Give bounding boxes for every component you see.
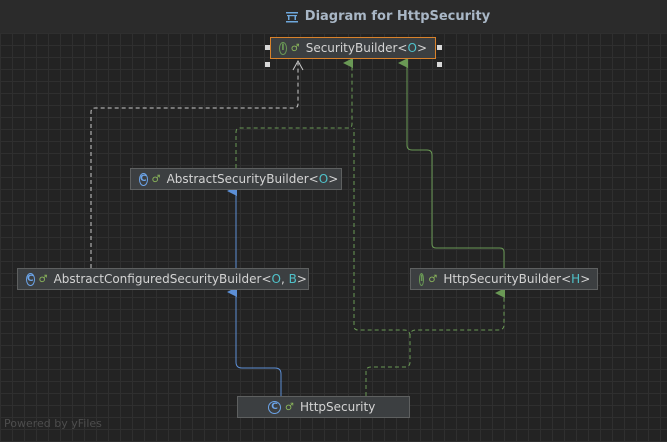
node-abstract-security-builder[interactable]: C ♂ AbstractSecurityBuilder<O> [130, 168, 342, 190]
edge-asb-to-securitybuilder [235, 58, 353, 168]
watermark: Powered by yFiles [4, 417, 102, 430]
node-label: HttpSecurityBuilder<H> [443, 272, 591, 286]
selection-handle[interactable] [265, 62, 270, 67]
edge-hsb-to-securitybuilder [398, 58, 505, 268]
node-label: AbstractConfiguredSecurityBuilder<O, B> [53, 272, 307, 286]
selection-handle[interactable] [437, 62, 442, 67]
public-access-icon: ♂ [290, 42, 300, 54]
class-icon: C [268, 400, 281, 414]
public-access-icon: ♂ [151, 173, 161, 185]
public-access-icon: ♂ [428, 273, 438, 285]
node-abstract-configured-security-builder[interactable]: C ♂ AbstractConfiguredSecurityBuilder<O,… [17, 268, 309, 290]
interface-icon: I [419, 272, 425, 286]
selection-handle[interactable] [437, 45, 442, 50]
node-label: HttpSecurity [299, 400, 376, 414]
public-access-icon: ♂ [38, 273, 48, 285]
selection-handle[interactable] [265, 45, 270, 50]
node-http-security[interactable]: C ♂ HttpSecurity [237, 396, 410, 418]
interface-icon: I [279, 41, 287, 55]
edge-httpsecurity-to-acsb [227, 287, 282, 396]
node-label: SecurityBuilder<O> [305, 41, 427, 55]
node-security-builder[interactable]: I ♂ SecurityBuilder<O> [270, 37, 436, 59]
edge-merge-branch [353, 128, 411, 337]
node-label: AbstractSecurityBuilder<O> [166, 172, 339, 186]
diagram-edges [90, 58, 505, 396]
node-http-security-builder[interactable]: I ♂ HttpSecurityBuilder<H> [410, 268, 598, 290]
abstract-class-icon: C [139, 172, 148, 186]
edge-acsb-to-securitybuilder [90, 63, 299, 268]
public-access-icon: ♂ [285, 401, 294, 413]
edge-httpsecurity-to-hsb [365, 288, 505, 396]
abstract-class-icon: C [26, 272, 35, 286]
